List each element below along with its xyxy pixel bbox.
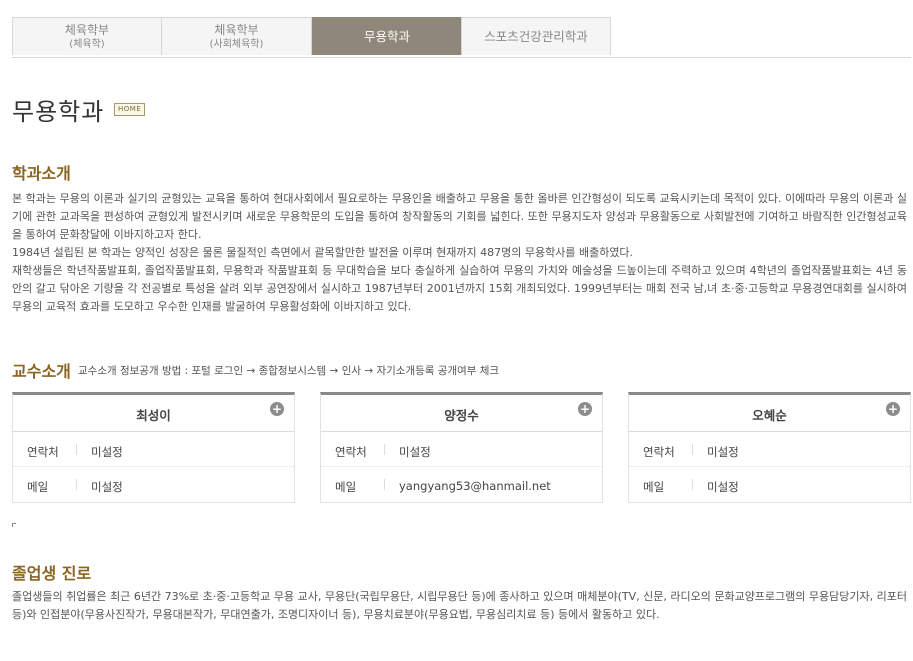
contact-row: 연락처 미설정 — [321, 432, 602, 466]
contact-label: 연락처 — [335, 445, 367, 459]
tab-label: 체육학부 — [214, 22, 259, 37]
divider — [384, 444, 385, 455]
professor-card: 오혜순 + 연락처 미설정 메일 미설정 — [628, 392, 911, 503]
career-text: 졸업생들의 취업률은 최근 6년간 73%로 초·중·고등학교 무용 교사, 무… — [12, 590, 907, 621]
department-tabs: 체육학부 (체육학) 체육학부 (사회체육학) 무용학과 스포츠건강관리학과 — [12, 17, 911, 58]
contact-value: 미설정 — [707, 445, 739, 459]
career-heading: 졸업생 진로 — [12, 564, 92, 583]
tab-sublabel: (사회체육학) — [209, 38, 264, 50]
plus-icon[interactable]: + — [578, 402, 592, 416]
professor-card: 양정수 + 연락처 미설정 메일 yangyang53@hanmail.net — [320, 392, 603, 503]
divider — [384, 479, 385, 490]
divider — [76, 479, 77, 490]
email-label: 메일 — [27, 480, 49, 494]
tab-dance[interactable]: 무용학과 — [312, 17, 462, 55]
home-badge[interactable]: HOME — [114, 103, 146, 116]
email-label: 메일 — [643, 480, 665, 494]
intro-heading: 학과소개 — [12, 164, 71, 183]
professor-card: 최성이 + 연락처 미설정 메일 미설정 — [12, 392, 295, 503]
email-row: 메일 미설정 — [13, 466, 294, 501]
intro-text: 본 학과는 무용의 이론과 실기의 균형있는 교육을 통하여 현대사회에서 필요… — [12, 190, 907, 316]
corner-mark — [12, 523, 16, 527]
card-header: 양정수 + — [321, 395, 602, 432]
contact-label: 연락처 — [27, 445, 59, 459]
email-label: 메일 — [335, 480, 357, 494]
plus-icon[interactable]: + — [270, 402, 284, 416]
tab-label: 무용학과 — [363, 29, 410, 44]
tab-physical-education[interactable]: 체육학부 (체육학) — [12, 17, 162, 55]
contact-value: 미설정 — [399, 445, 431, 459]
email-value: 미설정 — [707, 480, 739, 494]
email-value: 미설정 — [91, 480, 123, 494]
card-header: 오혜순 + — [629, 395, 910, 432]
email-value[interactable]: yangyang53@hanmail.net — [399, 479, 551, 493]
tab-sublabel: (체육학) — [69, 38, 105, 50]
divider — [692, 479, 693, 490]
divider — [692, 444, 693, 455]
tab-sports-health[interactable]: 스포츠건강관리학과 — [461, 17, 611, 55]
page-title: 무용학과 — [12, 98, 105, 126]
tab-label: 스포츠건강관리학과 — [484, 29, 588, 44]
contact-row: 연락처 미설정 — [13, 432, 294, 466]
contact-value: 미설정 — [91, 445, 123, 459]
intro-paragraph: 재학생들은 학년작품발표회, 졸업작품발표회, 무용학과 작품발표회 등 무대학… — [12, 264, 907, 313]
plus-icon[interactable]: + — [886, 402, 900, 416]
email-row: 메일 yangyang53@hanmail.net — [321, 466, 602, 501]
professors-note: 교수소개 정보공개 방법 : 포털 로그인 → 종합정보시스템 → 인사 → 자… — [78, 365, 500, 377]
professor-name: 오혜순 — [752, 408, 787, 423]
email-row: 메일 미설정 — [629, 466, 910, 501]
intro-paragraph: 본 학과는 무용의 이론과 실기의 균형있는 교육을 통하여 현대사회에서 필요… — [12, 192, 907, 241]
tab-label: 체육학부 — [64, 22, 110, 37]
contact-row: 연락처 미설정 — [629, 432, 910, 466]
contact-label: 연락처 — [643, 445, 675, 459]
divider — [76, 444, 77, 455]
professor-name: 양정수 — [444, 408, 479, 423]
card-header: 최성이 + — [13, 395, 294, 432]
tab-social-physical-education[interactable]: 체육학부 (사회체육학) — [161, 17, 312, 55]
intro-paragraph: 1984년 설립된 본 학과는 양적인 성장은 물론 물질적인 측면에서 괄목할… — [12, 246, 634, 259]
professors-heading: 교수소개 — [12, 362, 71, 381]
professor-name: 최성이 — [136, 408, 171, 423]
